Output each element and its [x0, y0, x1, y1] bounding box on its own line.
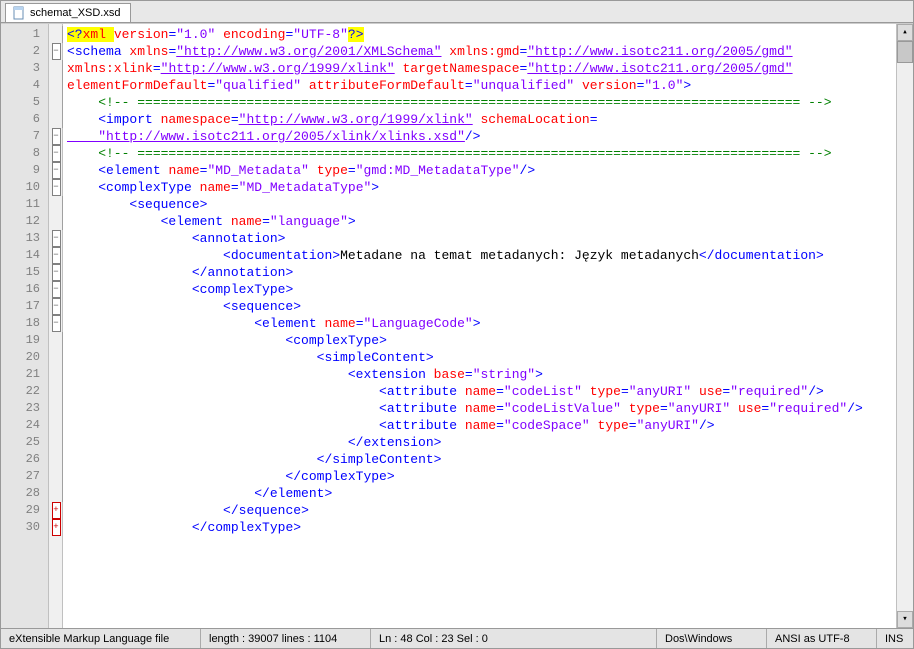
- file-tab[interactable]: schemat_XSD.xsd: [5, 3, 131, 22]
- line-number: 30: [1, 519, 48, 536]
- code-line[interactable]: <extension base="string">: [67, 366, 896, 383]
- line-number: 18: [1, 315, 48, 332]
- line-number: 13: [1, 230, 48, 247]
- code-line[interactable]: <sequence>: [67, 298, 896, 315]
- scroll-thumb[interactable]: [897, 41, 913, 63]
- fold-toggle-icon[interactable]: −: [52, 298, 61, 315]
- line-number-gutter: 1234567891011121314151617181920212223242…: [1, 24, 49, 628]
- code-line[interactable]: </extension>: [67, 434, 896, 451]
- fold-toggle-icon[interactable]: −: [52, 145, 61, 162]
- code-line[interactable]: </sequence>: [67, 502, 896, 519]
- status-mode: INS: [877, 629, 913, 648]
- fold-toggle-icon[interactable]: −: [52, 247, 61, 264]
- code-line[interactable]: <documentation>Metadane na temat metadan…: [67, 247, 896, 264]
- line-number: 25: [1, 434, 48, 451]
- vertical-scrollbar[interactable]: ▴ ▾: [896, 24, 913, 628]
- code-line[interactable]: <?xml version="1.0" encoding="UTF-8"?>: [67, 26, 896, 43]
- editor-area: 1234567891011121314151617181920212223242…: [1, 23, 913, 628]
- fold-column[interactable]: −−−−−−−−−−−++: [49, 24, 63, 628]
- scroll-track[interactable]: [897, 63, 913, 611]
- code-line[interactable]: <attribute name="codeList" type="anyURI"…: [67, 383, 896, 400]
- line-number: 2: [1, 43, 48, 60]
- fold-toggle-icon[interactable]: −: [52, 128, 61, 145]
- status-eol: Dos\Windows: [657, 629, 767, 648]
- code-line[interactable]: <sequence>: [67, 196, 896, 213]
- line-number: 19: [1, 332, 48, 349]
- code-line[interactable]: <annotation>: [67, 230, 896, 247]
- code-line[interactable]: <simpleContent>: [67, 349, 896, 366]
- line-number: 17: [1, 298, 48, 315]
- line-number: 10: [1, 179, 48, 196]
- fold-toggle-icon[interactable]: −: [52, 230, 61, 247]
- code-content[interactable]: <?xml version="1.0" encoding="UTF-8"?><s…: [63, 24, 896, 628]
- code-line[interactable]: </complexType>: [67, 519, 896, 536]
- code-line[interactable]: <attribute name="codeListValue" type="an…: [67, 400, 896, 417]
- code-line[interactable]: <attribute name="codeSpace" type="anyURI…: [67, 417, 896, 434]
- code-line[interactable]: <!-- ===================================…: [67, 145, 896, 162]
- code-line[interactable]: <import namespace="http://www.w3.org/199…: [67, 111, 896, 128]
- line-number: 3: [1, 60, 48, 77]
- code-line[interactable]: <element name="language">: [67, 213, 896, 230]
- line-number: 5: [1, 94, 48, 111]
- code-line[interactable]: "http://www.isotc211.org/2005/xlink/xlin…: [67, 128, 896, 145]
- code-line[interactable]: </element>: [67, 485, 896, 502]
- status-filetype: eXtensible Markup Language file: [1, 629, 201, 648]
- line-number: 24: [1, 417, 48, 434]
- line-number: 15: [1, 264, 48, 281]
- scroll-down-button[interactable]: ▾: [897, 611, 913, 628]
- line-number: 20: [1, 349, 48, 366]
- line-number: 1: [1, 26, 48, 43]
- fold-toggle-icon[interactable]: +: [52, 502, 61, 519]
- line-number: 6: [1, 111, 48, 128]
- fold-toggle-icon[interactable]: −: [52, 43, 61, 60]
- tab-label: schemat_XSD.xsd: [30, 7, 120, 19]
- line-number: 26: [1, 451, 48, 468]
- code-line[interactable]: </simpleContent>: [67, 451, 896, 468]
- line-number: 14: [1, 247, 48, 264]
- code-line[interactable]: <element name="LanguageCode">: [67, 315, 896, 332]
- tab-bar: schemat_XSD.xsd: [1, 1, 913, 23]
- status-length: length : 39007 lines : 1104: [201, 629, 371, 648]
- line-number: 23: [1, 400, 48, 417]
- line-number: 4: [1, 77, 48, 94]
- status-position: Ln : 48 Col : 23 Sel : 0: [371, 629, 657, 648]
- code-line[interactable]: <complexType>: [67, 332, 896, 349]
- code-line[interactable]: <complexType name="MD_MetadataType">: [67, 179, 896, 196]
- line-number: 7: [1, 128, 48, 145]
- line-number: 16: [1, 281, 48, 298]
- fold-toggle-icon[interactable]: −: [52, 179, 61, 196]
- fold-toggle-icon[interactable]: −: [52, 162, 61, 179]
- line-number: 9: [1, 162, 48, 179]
- line-number: 12: [1, 213, 48, 230]
- line-number: 11: [1, 196, 48, 213]
- code-line[interactable]: </annotation>: [67, 264, 896, 281]
- line-number: 28: [1, 485, 48, 502]
- code-line[interactable]: <!-- ===================================…: [67, 94, 896, 111]
- scroll-up-button[interactable]: ▴: [897, 24, 913, 41]
- code-line[interactable]: </complexType>: [67, 468, 896, 485]
- status-bar: eXtensible Markup Language file length :…: [1, 628, 913, 648]
- line-number: 22: [1, 383, 48, 400]
- line-number: 27: [1, 468, 48, 485]
- file-icon: [12, 6, 26, 20]
- code-line[interactable]: elementFormDefault="qualified" attribute…: [67, 77, 896, 94]
- code-line[interactable]: <element name="MD_Metadata" type="gmd:MD…: [67, 162, 896, 179]
- fold-toggle-icon[interactable]: +: [52, 519, 61, 536]
- line-number: 8: [1, 145, 48, 162]
- fold-toggle-icon[interactable]: −: [52, 281, 61, 298]
- line-number: 29: [1, 502, 48, 519]
- line-number: 21: [1, 366, 48, 383]
- fold-toggle-icon[interactable]: −: [52, 264, 61, 281]
- code-line[interactable]: <schema xmlns="http://www.w3.org/2001/XM…: [67, 43, 896, 60]
- code-line[interactable]: xmlns:xlink="http://www.w3.org/1999/xlin…: [67, 60, 896, 77]
- fold-toggle-icon[interactable]: −: [52, 315, 61, 332]
- code-line[interactable]: <complexType>: [67, 281, 896, 298]
- status-encoding: ANSI as UTF-8: [767, 629, 877, 648]
